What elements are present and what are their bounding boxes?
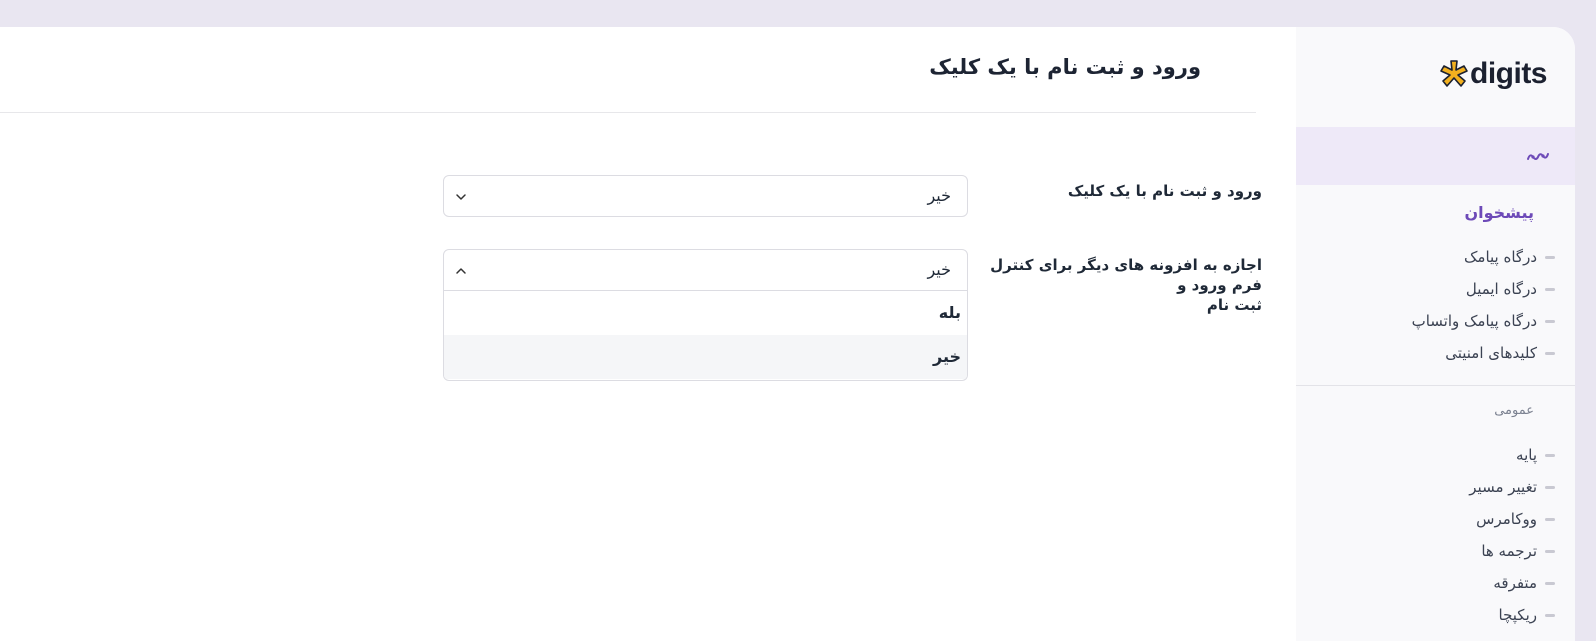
option-no[interactable]: خیر [444,335,967,379]
dash-icon [1545,453,1555,457]
setting-label-line2: ثبت نام [1206,296,1262,314]
dash-icon [1545,255,1555,259]
digits-logo[interactable]: digits [1438,55,1548,93]
dash-icon [1545,287,1555,291]
sidebar-item-label: درگاه پیامک واتساپ [1411,312,1537,330]
sidebar-divider [1296,385,1575,386]
sidebar-item-label: ووکامرس [1476,510,1537,528]
logo-text: digits [1470,57,1548,90]
select-value: خیر [927,186,951,205]
nav-section-general: عمومی [1494,403,1534,418]
select-value: خیر [927,260,951,279]
dash-icon [1545,613,1555,617]
setting-label-one-click-login: ورود و ثبت نام با یک کلیک [1067,182,1262,200]
sidebar-item-misc[interactable]: متفرقه [1493,571,1555,595]
sidebar-item-label: کلیدهای امنیتی [1445,344,1537,362]
dash-icon [1545,485,1555,489]
activity-icon [1527,153,1549,160]
sidebar-item-label: ترجمه ها [1481,542,1537,560]
sidebar-item-whatsapp-gateway[interactable]: درگاه پیامک واتساپ [1412,309,1555,333]
allow-plugins-dropdown: بله خیر [443,291,968,381]
dash-icon [1545,581,1555,585]
chevron-down-icon [456,194,466,200]
sidebar-item-label: متفرقه [1493,574,1537,592]
page-header: ورود و ثبت نام با یک کلیک [0,27,1256,113]
sidebar-item-woocommerce[interactable]: ووکامرس [1476,507,1555,531]
dash-icon [1545,351,1555,355]
sidebar-item-sms-gateway[interactable]: درگاه پیامک [1464,245,1555,269]
main-content: ورود و ثبت نام با یک کلیک ورود و ثبت نام… [0,27,1296,641]
sidebar-item-translations[interactable]: ترجمه ها [1481,539,1555,563]
sidebar-item-label: درگاه ایمیل [1465,280,1537,298]
dash-icon [1545,549,1555,553]
page-title: ورود و ثبت نام با یک کلیک [929,55,1201,79]
dash-icon [1545,517,1555,521]
sidebar-item-label: تغییر مسیر [1469,478,1537,496]
sidebar: digits پیشخوان درگاه پیامک درگاه ایمیل د… [1296,27,1575,641]
sidebar-item-redirect[interactable]: تغییر مسیر [1469,475,1555,499]
nav-section-dashboard[interactable]: پیشخوان [1464,203,1534,222]
sidebar-item-basic[interactable]: پایه [1516,443,1555,467]
chevron-up-icon [456,268,466,274]
sidebar-item-label: درگاه پیامک [1464,248,1537,266]
one-click-login-select[interactable]: خیر [443,175,968,217]
setting-label-line1: اجازه به افزونه های دیگر برای کنترل فرم … [990,256,1262,294]
dashboard-link[interactable] [1296,127,1575,185]
setting-label-allow-plugins: اجازه به افزونه های دیگر برای کنترل فرم … [962,255,1262,315]
asterisk-logo-icon [1440,60,1468,87]
sidebar-item-email-gateway[interactable]: درگاه ایمیل [1466,277,1555,301]
sidebar-item-security-keys[interactable]: کلیدهای امنیتی [1445,341,1555,365]
sidebar-item-label: پایه [1516,446,1537,464]
sidebar-item-recaptcha[interactable]: ریکپچا [1499,603,1555,627]
allow-plugins-select[interactable]: خیر [443,249,968,291]
option-yes[interactable]: بله [444,291,967,335]
sidebar-item-label: ریکپچا [1498,606,1537,624]
dash-icon [1545,319,1555,323]
app-window: ورود و ثبت نام با یک کلیک ورود و ثبت نام… [0,27,1575,641]
